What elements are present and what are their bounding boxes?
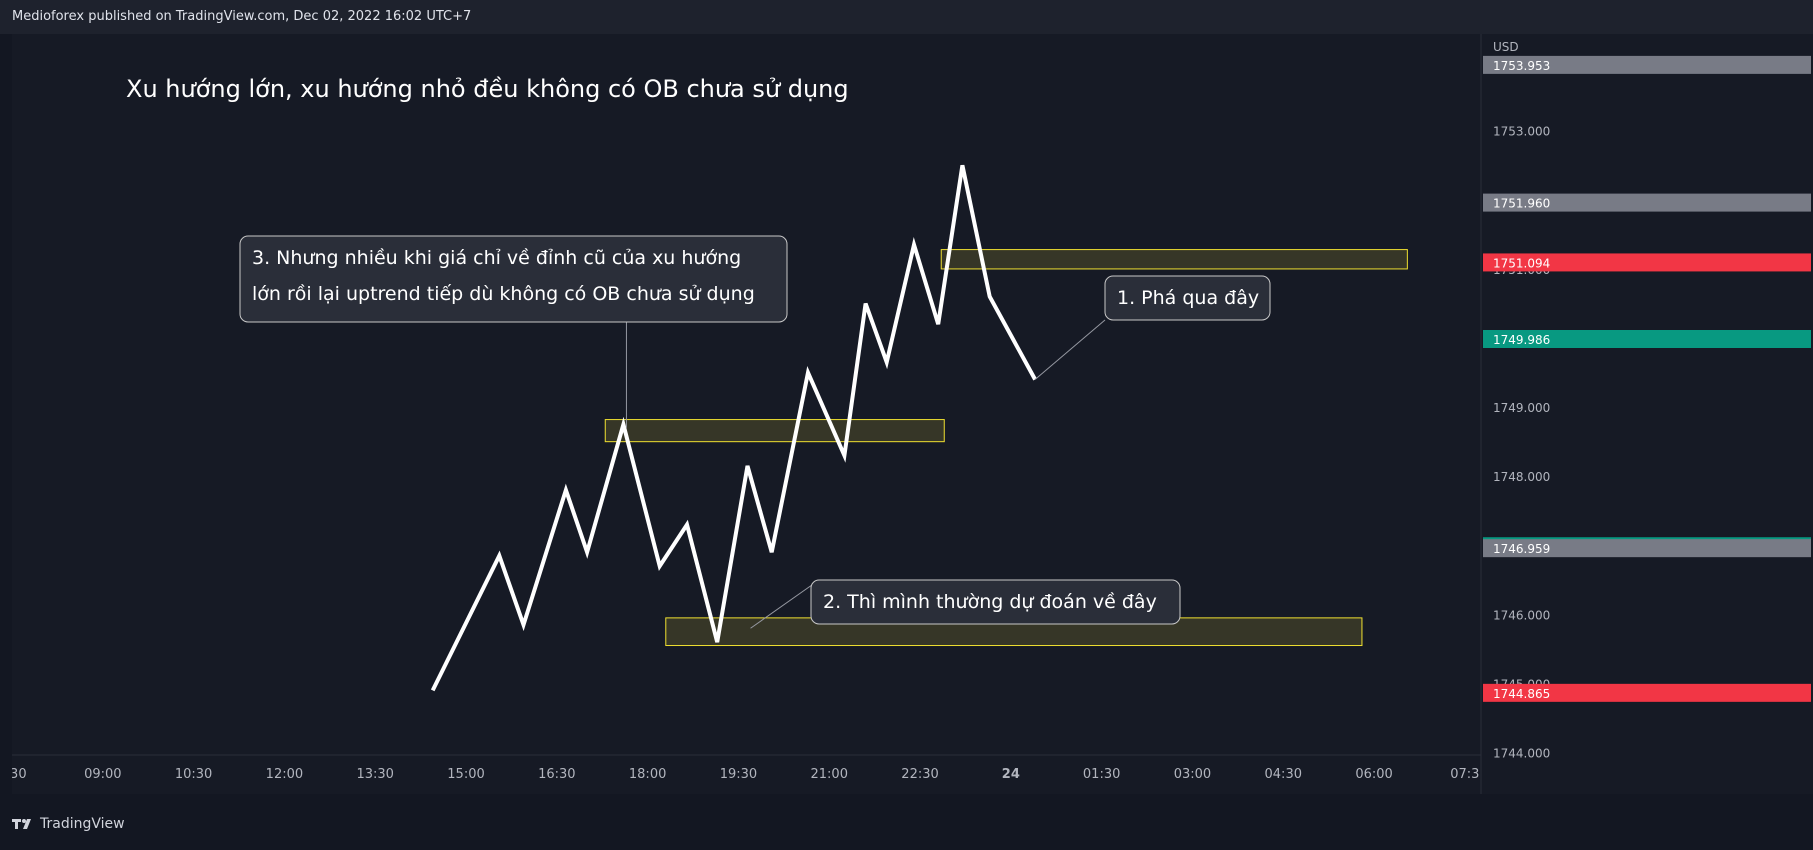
price-tag-label: 1744.865	[1493, 687, 1550, 701]
price-tag-label: 1751.960	[1493, 197, 1550, 211]
x-tick-label: 12:00	[266, 767, 303, 782]
x-tick-label: 06:00	[1355, 767, 1392, 782]
callout-text: 2. Thì mình thường dự đoán về đây	[823, 591, 1157, 613]
x-tick-label: 15:00	[447, 767, 484, 782]
price-chart[interactable]: USD1744.0001745.0001746.0001747.0001748.…	[12, 34, 1813, 794]
footer-brand-label: TradingView	[40, 816, 125, 832]
top-bar: Medioforex published on TradingView.com,…	[0, 0, 1813, 34]
x-tick-label: 01:30	[1083, 767, 1120, 782]
x-tick-label: 07:3	[1450, 767, 1479, 782]
price-tag-label: 1749.986	[1493, 333, 1550, 347]
price-tag-label: 1746.959	[1493, 542, 1550, 556]
x-tick-label: 10:30	[175, 767, 212, 782]
callout-text: 1. Phá qua đây	[1117, 287, 1259, 309]
x-tick-label: 18:00	[629, 767, 666, 782]
y-tick-label: 1746.000	[1493, 608, 1550, 622]
x-tick-label: 22:30	[901, 767, 938, 782]
x-tick-label: 24	[1002, 767, 1020, 782]
currency-label: USD	[1493, 40, 1519, 54]
x-tick-label: 13:30	[356, 767, 393, 782]
chart-panel[interactable]: USD1744.0001745.0001746.0001747.0001748.…	[12, 34, 1813, 794]
price-tag-label: 1753.953	[1493, 59, 1550, 73]
y-tick-label: 1749.000	[1493, 401, 1550, 415]
ob-zone-rect	[940, 249, 1408, 270]
chart-title: Xu hướng lớn, xu hướng nhỏ đều không có …	[126, 75, 849, 103]
y-tick-label: 1748.000	[1493, 470, 1550, 484]
x-tick-label: 16:30	[538, 767, 575, 782]
x-tick-label: 19:30	[720, 767, 757, 782]
tradingview-logo-icon	[12, 817, 34, 831]
price-tag-label: 1751.094	[1493, 256, 1550, 270]
x-tick-label: 09:00	[84, 767, 121, 782]
x-tick-label: 21:00	[811, 767, 848, 782]
publish-info: Medioforex published on TradingView.com,…	[12, 9, 472, 24]
y-tick-label: 1744.000	[1493, 747, 1550, 761]
x-tick-label: 7:30	[12, 767, 27, 782]
footer-brand[interactable]: TradingView	[12, 816, 125, 832]
callout-text: 3. Nhưng nhiều khi giá chỉ về đỉnh cũ củ…	[252, 247, 741, 269]
ob-zone-rect	[604, 419, 945, 443]
y-tick-label: 1753.000	[1493, 125, 1550, 139]
x-tick-label: 04:30	[1265, 767, 1302, 782]
callout-text: lớn rồi lại uptrend tiếp dù không có OB …	[252, 283, 755, 305]
x-tick-label: 03:00	[1174, 767, 1211, 782]
